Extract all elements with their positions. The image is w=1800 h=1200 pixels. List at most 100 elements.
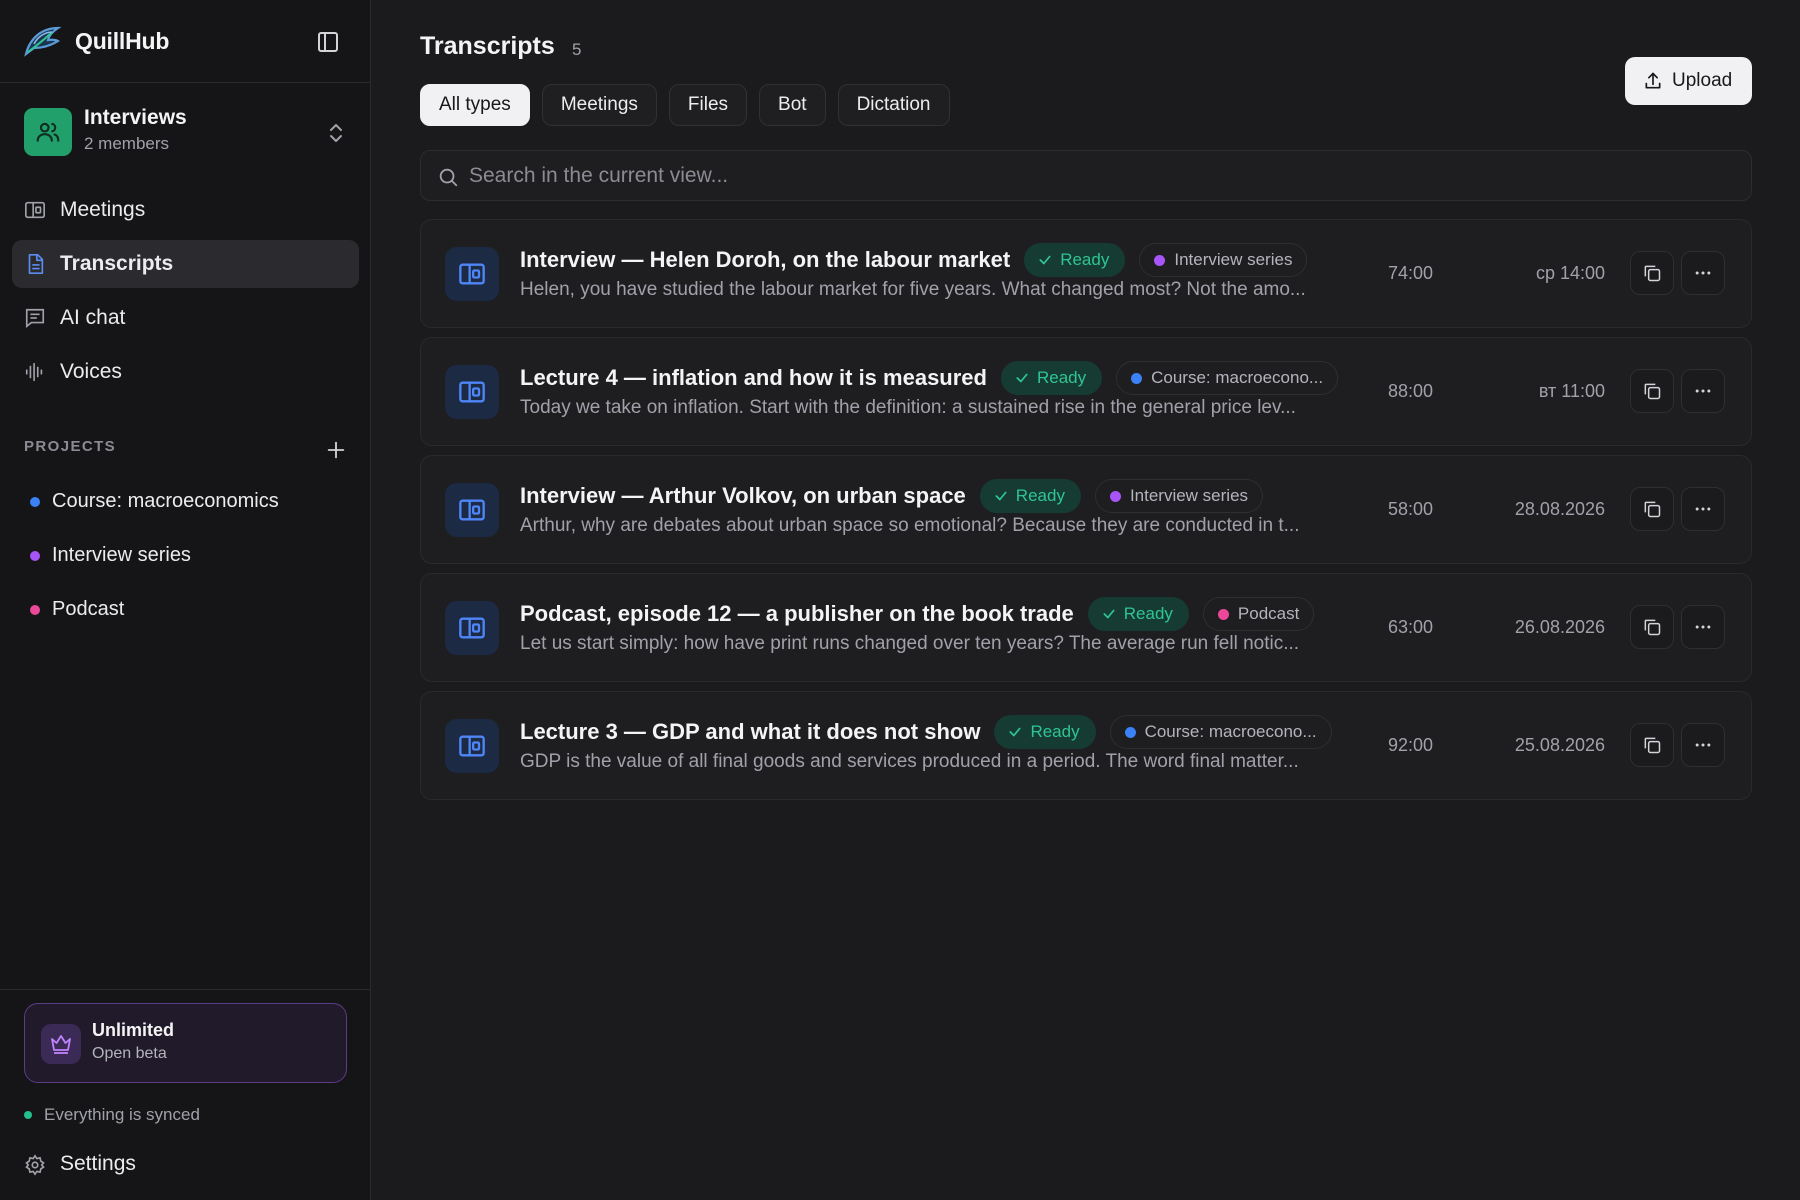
status-label: Ready bbox=[1123, 604, 1173, 623]
nav-item-meetings[interactable]: Meetings bbox=[12, 186, 359, 234]
main-nav: Meetings Transcripts AI chat Voices bbox=[12, 186, 359, 402]
upload-label: Upload bbox=[1672, 70, 1733, 91]
add-project-icon[interactable] bbox=[325, 439, 347, 461]
transcript-title: Interview — Arthur Volkov, on urban spac… bbox=[520, 483, 966, 508]
status-badge: Ready bbox=[1000, 361, 1103, 395]
transcript-date: 26.08.2026 bbox=[1514, 617, 1605, 637]
settings-button[interactable]: Settings bbox=[12, 1142, 359, 1188]
project-color-dot bbox=[30, 497, 40, 507]
status-label: Ready bbox=[1015, 486, 1065, 505]
transcript-row[interactable]: Lecture 4 — inflation and how it is meas… bbox=[420, 337, 1752, 446]
meetings-icon bbox=[445, 483, 499, 537]
status-badge: Ready bbox=[1024, 243, 1126, 277]
project-color-dot bbox=[30, 605, 40, 615]
nav-label: Transcripts bbox=[60, 252, 174, 275]
brand-name: QuillHub bbox=[75, 28, 170, 54]
nav-item-ai-chat[interactable]: AI chat bbox=[12, 294, 359, 342]
filter-dictation[interactable]: Dictation bbox=[837, 84, 950, 126]
upload-button[interactable]: Upload bbox=[1625, 57, 1752, 105]
nav-item-voices[interactable]: Voices bbox=[12, 348, 359, 396]
transcript-row[interactable]: Podcast, episode 12 — a publisher on the… bbox=[420, 573, 1752, 682]
workspace-avatar bbox=[24, 108, 72, 156]
status-label: Ready bbox=[1036, 368, 1087, 387]
check-icon bbox=[1102, 607, 1116, 621]
plan-card[interactable]: Unlimited Open beta bbox=[24, 1003, 347, 1083]
page-title: Transcripts bbox=[420, 32, 555, 60]
copy-icon[interactable] bbox=[1630, 251, 1674, 295]
chevron-up-down-icon bbox=[326, 120, 346, 146]
more-options-icon[interactable] bbox=[1681, 369, 1725, 413]
status-badge: Ready bbox=[979, 479, 1081, 513]
status-badge: Ready bbox=[1087, 597, 1189, 631]
project-item-podcast[interactable]: Podcast bbox=[12, 586, 359, 634]
sidebar-footer: Unlimited Open beta Everything is synced… bbox=[0, 989, 371, 1200]
more-options-icon[interactable] bbox=[1681, 723, 1725, 767]
project-badge-label: Course: macroecono... bbox=[1151, 368, 1324, 387]
filter-meetings[interactable]: Meetings bbox=[541, 84, 657, 126]
copy-icon[interactable] bbox=[1630, 369, 1674, 413]
transcript-snippet: GDP is the value of all final goods and … bbox=[520, 751, 1299, 772]
transcript-row[interactable]: Interview — Arthur Volkov, on urban spac… bbox=[420, 455, 1752, 564]
project-badge-label: Interview series bbox=[1129, 486, 1249, 505]
brand-header: QuillHub bbox=[0, 0, 371, 83]
sync-status-dot bbox=[24, 1111, 32, 1119]
document-icon bbox=[24, 253, 46, 275]
copy-icon[interactable] bbox=[1630, 605, 1674, 649]
crown-icon bbox=[41, 1024, 81, 1064]
filter-all-types[interactable]: All types bbox=[420, 84, 530, 126]
more-options-icon[interactable] bbox=[1681, 605, 1725, 649]
project-badge[interactable]: Course: macroecono... bbox=[1109, 715, 1332, 749]
sync-status-label: Everything is synced bbox=[44, 1105, 200, 1124]
project-item-macroeconomics[interactable]: Course: macroeconomics bbox=[12, 478, 359, 526]
copy-icon[interactable] bbox=[1630, 723, 1674, 767]
project-badge-label: Course: macroecono... bbox=[1144, 722, 1317, 741]
transcript-duration: 92:00 bbox=[1387, 735, 1433, 755]
transcript-row[interactable]: Lecture 3 — GDP and what it does not sho… bbox=[420, 691, 1752, 800]
project-item-interview-series[interactable]: Interview series bbox=[12, 532, 359, 580]
project-badge-label: Interview series bbox=[1174, 250, 1293, 269]
transcript-title: Lecture 4 — inflation and how it is meas… bbox=[520, 365, 987, 390]
check-icon bbox=[1015, 371, 1029, 385]
more-options-icon[interactable] bbox=[1681, 251, 1725, 295]
project-color-dot bbox=[1154, 254, 1166, 266]
transcript-date: вт 11:00 bbox=[1538, 381, 1605, 401]
plan-title: Unlimited bbox=[92, 1020, 175, 1040]
filter-files[interactable]: Files bbox=[668, 84, 748, 126]
project-badge[interactable]: Interview series bbox=[1094, 479, 1264, 513]
project-color-dot bbox=[1131, 372, 1143, 384]
search-icon bbox=[437, 166, 459, 188]
transcript-date: 25.08.2026 bbox=[1514, 735, 1605, 755]
project-color-dot bbox=[1217, 608, 1229, 620]
status-label: Ready bbox=[1030, 722, 1080, 741]
transcript-title: Lecture 3 — GDP and what it does not sho… bbox=[520, 719, 981, 744]
sidebar-toggle-icon[interactable] bbox=[316, 30, 340, 54]
meetings-icon bbox=[445, 247, 499, 301]
workspace-switcher[interactable]: Interviews 2 members bbox=[12, 96, 358, 170]
upload-icon bbox=[1643, 71, 1663, 91]
type-filters: All types Meetings Files Bot Dictation bbox=[420, 84, 950, 126]
meetings-icon bbox=[445, 719, 499, 773]
check-icon bbox=[994, 489, 1008, 503]
meetings-icon bbox=[445, 601, 499, 655]
projects-heading: PROJECTS bbox=[24, 438, 117, 455]
project-label: Interview series bbox=[52, 544, 191, 566]
transcript-snippet: Arthur, why are debates about urban spac… bbox=[520, 515, 1300, 536]
nav-item-transcripts[interactable]: Transcripts bbox=[12, 240, 359, 288]
copy-icon[interactable] bbox=[1630, 487, 1674, 531]
project-badge[interactable]: Interview series bbox=[1139, 243, 1308, 277]
check-icon bbox=[1038, 253, 1052, 267]
transcript-header: Interview — Arthur Volkov, on urban spac… bbox=[520, 478, 1264, 514]
transcript-header: Lecture 3 — GDP and what it does not sho… bbox=[520, 714, 1332, 750]
search-input[interactable] bbox=[469, 151, 1739, 200]
project-badge[interactable]: Podcast bbox=[1202, 597, 1315, 631]
project-label: Podcast bbox=[52, 598, 125, 620]
nav-label: AI chat bbox=[60, 306, 126, 329]
project-badge[interactable]: Course: macroecono... bbox=[1116, 361, 1339, 395]
transcript-row[interactable]: Interview — Helen Doroh, on the labour m… bbox=[420, 219, 1752, 328]
filter-bot[interactable]: Bot bbox=[759, 84, 826, 126]
transcript-duration: 88:00 bbox=[1387, 381, 1433, 401]
more-options-icon[interactable] bbox=[1681, 487, 1725, 531]
main-content: Transcripts 5 Upload All types Meetings … bbox=[372, 0, 1800, 1200]
project-color-dot bbox=[30, 551, 40, 561]
project-badge-label: Podcast bbox=[1237, 604, 1300, 623]
